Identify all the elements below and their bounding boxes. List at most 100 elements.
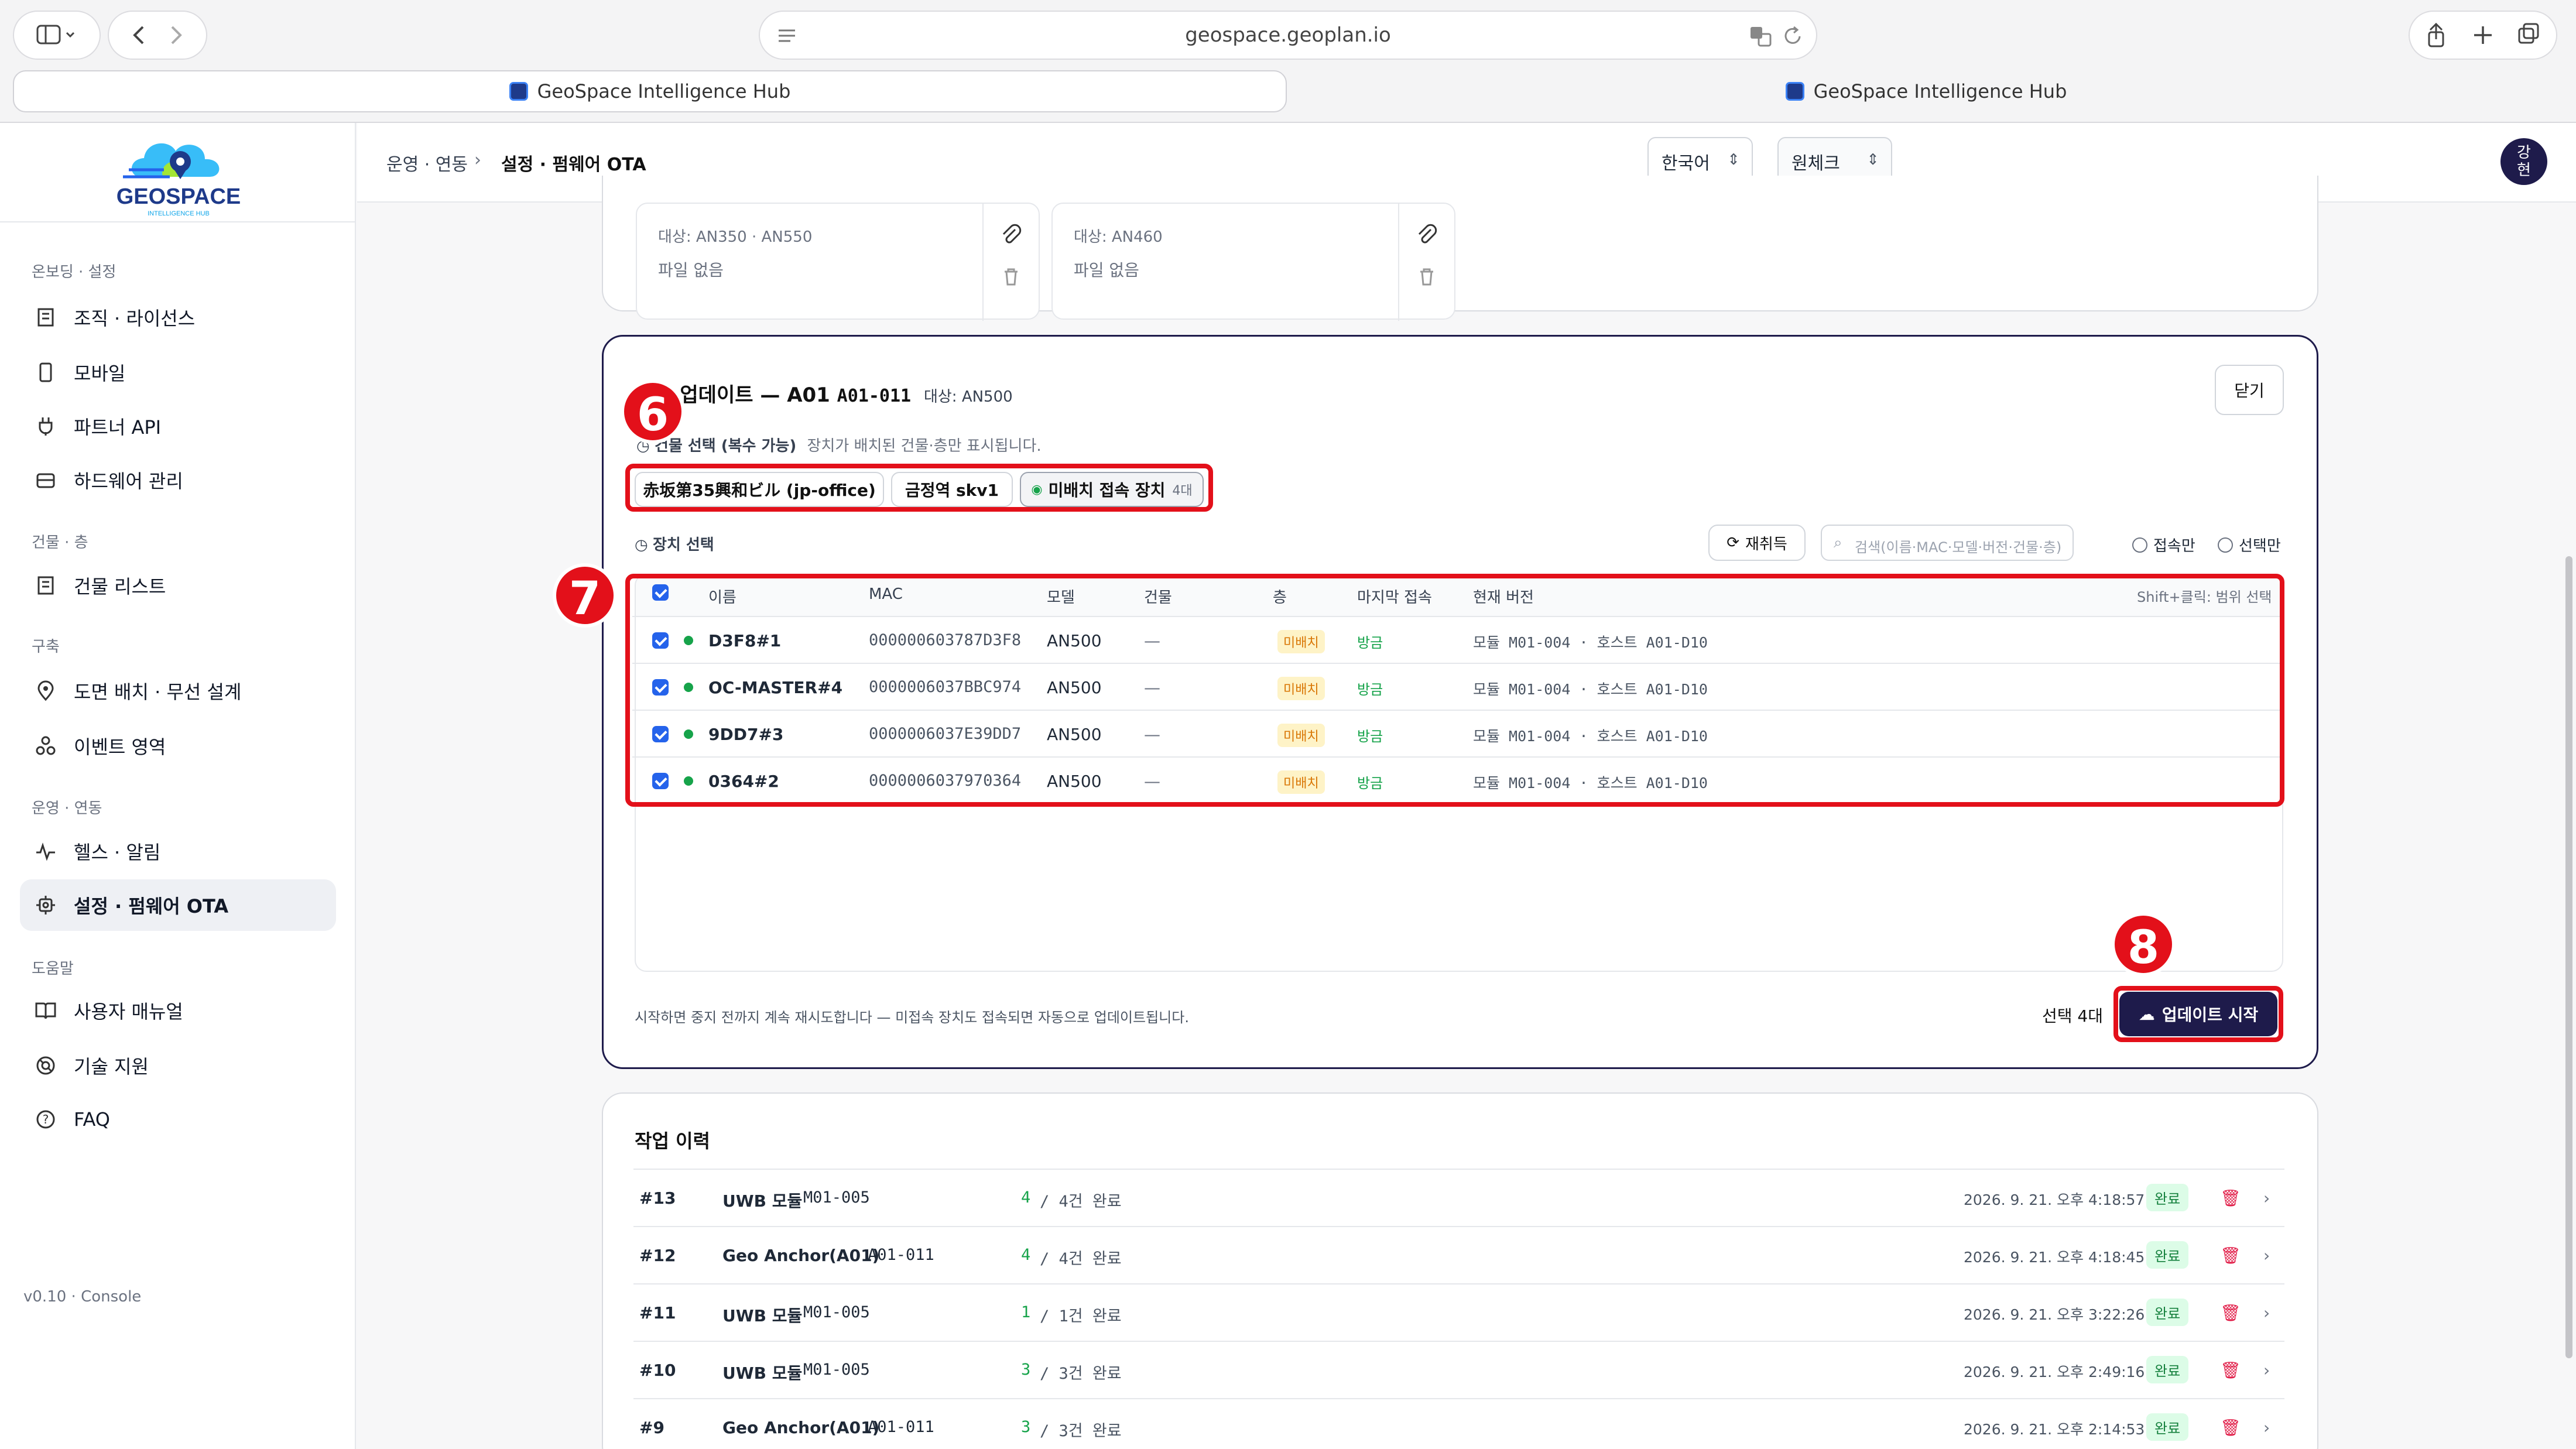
nav-item-partner-api[interactable]: 파트너 API (20, 400, 336, 452)
clock-icon: ◷ (635, 536, 648, 554)
history-row[interactable]: #13 UWB 모듈 M01-005 4 / 4건 완료 2026. 9. 21… (633, 1169, 2284, 1226)
svg-text:INTELLIGENCE HUB: INTELLIGENCE HUB (148, 210, 210, 217)
status-badge: 완료 (2146, 1184, 2189, 1211)
device-search-input[interactable]: ⌕ 검색(이름·MAC·모델·버전·건물·층) (1821, 525, 2074, 561)
zones-icon (34, 734, 57, 758)
avatar-initials: 강 현 (2517, 144, 2531, 179)
nav-item-label: 헬스 · 알림 (74, 841, 161, 864)
reload-icon[interactable] (1783, 26, 1803, 47)
radio-icon[interactable] (2132, 537, 2147, 553)
job-id: #13 (639, 1188, 676, 1208)
file-slot-an460: 대상: AN460 파일 없음 (1051, 203, 1455, 321)
annotation-marker-7: 7 (553, 563, 617, 628)
nav-item-event-zones[interactable]: 이벤트 영역 (20, 720, 336, 772)
chevron-right-icon[interactable]: › (2263, 1246, 2270, 1265)
tab-active[interactable]: GeoSpace Intelligence Hub (13, 70, 1287, 112)
job-time: 2026. 9. 21. 오후 3:22:26 (1964, 1306, 2145, 1323)
nav-item-label: 이벤트 영역 (74, 736, 166, 758)
status-badge: 완료 (2146, 1356, 2189, 1383)
history-row[interactable]: #12 Geo Anchor(A01) A01-011 4 / 4건 완료 20… (633, 1226, 2284, 1283)
building-list-icon (34, 574, 57, 597)
trash-icon[interactable] (995, 261, 1027, 293)
pulse-icon (34, 840, 57, 863)
nav-item-floorplan[interactable]: 도면 배치 · 무선 설계 (20, 665, 336, 717)
job-version: A01-011 (868, 1418, 934, 1436)
history-row[interactable]: #10 UWB 모듈 M01-005 3 / 3건 완료 2026. 9. 21… (633, 1341, 2284, 1398)
nav-item-health[interactable]: 헬스 · 알림 (20, 825, 336, 877)
nav-item-building-list[interactable]: 건물 리스트 (20, 560, 336, 611)
nav-item-firmware-ota[interactable]: 설정 · 펌웨어 OTA (20, 879, 336, 931)
job-version: M01-005 (803, 1303, 870, 1321)
job-type: Geo Anchor(A01) (722, 1418, 880, 1437)
nav-item-label: 도면 배치 · 무선 설계 (74, 681, 242, 703)
chevron-right-icon[interactable]: › (2263, 1361, 2270, 1380)
refresh-label: 재취득 (1745, 535, 1787, 553)
logo-icon: GEOSPACE INTELLIGENCE HUB (117, 143, 241, 217)
job-done-count: 3 (1021, 1418, 1031, 1436)
device-label-text: 장치 선택 (652, 536, 714, 554)
history-row[interactable]: #11 UWB 모듈 M01-005 1 / 1건 완료 2026. 9. 21… (633, 1283, 2284, 1341)
user-avatar[interactable]: 강 현 (2500, 138, 2547, 185)
nav-section-onboarding: 온보딩 · 설정 (32, 263, 117, 281)
delete-icon[interactable]: 🗑 (2220, 1418, 2241, 1437)
retry-note: 시작하면 중지 전까지 계속 재시도합니다 — 미접속 장치도 접속되면 자동으… (635, 1009, 1189, 1026)
app-version: v0.10 · Console (23, 1288, 142, 1306)
job-total: / 3건 완료 (1040, 1365, 1122, 1383)
geospace-logo[interactable]: GEOSPACE INTELLIGENCE HUB (111, 123, 246, 222)
nav-item-organization[interactable]: 조직 · 라이선스 (20, 292, 336, 343)
divider (1398, 204, 1399, 321)
attach-icon[interactable] (995, 220, 1027, 252)
file-name: 파일 없음 (658, 261, 724, 280)
attach-icon[interactable] (1411, 220, 1443, 252)
radio-icon[interactable] (2218, 537, 2233, 553)
job-done-count: 4 (1021, 1188, 1031, 1207)
favicon-icon (1785, 82, 1804, 101)
chevron-right-icon[interactable]: › (2263, 1188, 2270, 1208)
translate-icon[interactable] (1749, 25, 1773, 48)
status-badge: 완료 (2146, 1241, 2189, 1269)
address-bar[interactable]: geospace.geoplan.io (759, 11, 1817, 60)
tab-inactive[interactable]: GeoSpace Intelligence Hub (1289, 70, 2563, 112)
status-badge: 완료 (2146, 1413, 2189, 1441)
history-row[interactable]: #9 Geo Anchor(A01) A01-011 3 / 3건 완료 202… (633, 1398, 2284, 1449)
filter-connected[interactable]: 접속만 (2132, 534, 2195, 556)
job-id: #9 (639, 1418, 664, 1437)
breadcrumb-current: 설정 · 펌웨어 OTA (501, 155, 646, 175)
close-button[interactable]: 닫기 (2215, 365, 2284, 415)
svg-text:?: ? (43, 1112, 49, 1126)
language-value: 한국어 (1662, 153, 1710, 174)
delete-icon[interactable]: 🗑 (2220, 1361, 2241, 1380)
job-total: / 4건 완료 (1040, 1193, 1122, 1211)
refresh-button[interactable]: ⟳ 재취득 (1708, 525, 1806, 561)
nav-item-faq[interactable]: ? FAQ (20, 1094, 336, 1145)
device-select-label: ◷ 장치 선택 (635, 533, 714, 554)
back-icon[interactable] (119, 23, 196, 47)
page-scrollbar[interactable] (2565, 556, 2572, 1358)
favicon-icon (509, 82, 528, 101)
job-id: #10 (639, 1361, 676, 1380)
nav-item-mobile[interactable]: 모바일 (20, 347, 336, 398)
share-newtab-tabs-icons[interactable] (2419, 20, 2547, 50)
toolbar-actions (2409, 11, 2557, 60)
annotation-marker-8: 8 (2111, 912, 2176, 977)
nav-item-hardware[interactable]: 하드웨어 관리 (20, 454, 336, 506)
job-time: 2026. 9. 21. 오후 4:18:57 (1964, 1191, 2145, 1208)
nav-section-buildings: 건물 · 층 (32, 534, 88, 551)
annotation-box-buildings (625, 464, 1213, 512)
delete-icon[interactable]: 🗑 (2220, 1303, 2241, 1323)
job-total: / 4건 완료 (1040, 1250, 1122, 1268)
delete-icon[interactable]: 🗑 (2220, 1188, 2241, 1208)
job-type: UWB 모듈 (722, 1364, 803, 1383)
delete-icon[interactable]: 🗑 (2220, 1246, 2241, 1265)
filter-selected[interactable]: 선택만 (2218, 534, 2281, 556)
chevron-right-icon[interactable]: › (2263, 1418, 2270, 1437)
sidebar-toggle-button[interactable] (13, 11, 101, 60)
chevron-right-icon[interactable]: › (2263, 1303, 2270, 1323)
breadcrumb-parent[interactable]: 운영 · 연동 (386, 150, 468, 176)
trash-icon[interactable] (1411, 261, 1443, 293)
nav-item-label: 설정 · 펌웨어 OTA (74, 895, 229, 917)
nav-item-manual[interactable]: 사용자 매뉴얼 (20, 985, 336, 1036)
nav-item-support[interactable]: 기술 지원 (20, 1040, 336, 1091)
url-text: geospace.geoplan.io (1185, 23, 1391, 47)
file-target: 대상: AN350 · AN550 (658, 228, 813, 246)
